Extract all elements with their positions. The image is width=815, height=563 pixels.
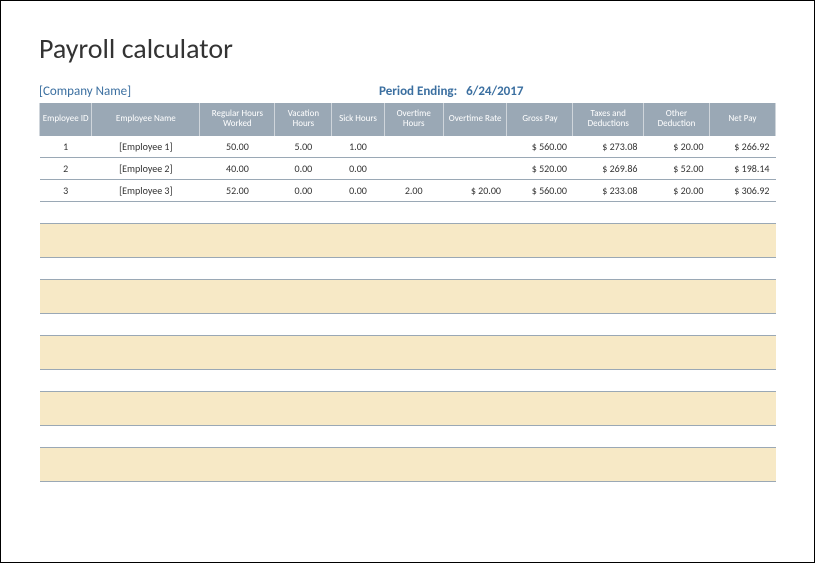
table-row-empty bbox=[40, 370, 776, 392]
cell-oth bbox=[384, 158, 443, 180]
col-other-deduction: Other Deduction bbox=[643, 103, 709, 136]
cell-gross: $ 560.00 bbox=[507, 180, 573, 202]
table-row-empty bbox=[40, 258, 776, 280]
cell-otr: $ 20.00 bbox=[443, 180, 507, 202]
cell-tax: $ 273.08 bbox=[573, 136, 644, 158]
col-overtime-hours: Overtime Hours bbox=[384, 103, 443, 136]
period-label: Period Ending: bbox=[379, 84, 457, 99]
cell-id: 1 bbox=[40, 136, 92, 158]
table-row-empty bbox=[40, 336, 776, 370]
table-row-empty bbox=[40, 280, 776, 314]
col-employee-id: Employee ID bbox=[40, 103, 92, 136]
cell-vac: 0.00 bbox=[275, 158, 332, 180]
cell-otr bbox=[443, 158, 507, 180]
table-header-row: Employee ID Employee Name Regular Hours … bbox=[40, 103, 776, 136]
cell-other: $ 20.00 bbox=[643, 180, 709, 202]
cell-reg: 52.00 bbox=[200, 180, 275, 202]
cell-net: $ 198.14 bbox=[709, 158, 775, 180]
cell-other: $ 20.00 bbox=[643, 136, 709, 158]
cell-id: 3 bbox=[40, 180, 92, 202]
cell-reg: 50.00 bbox=[200, 136, 275, 158]
table-row-empty bbox=[40, 202, 776, 224]
col-taxes-deductions: Taxes and Deductions bbox=[573, 103, 644, 136]
cell-reg: 40.00 bbox=[200, 158, 275, 180]
table-row: 1 [Employee 1] 50.00 5.00 1.00 $ 560.00 … bbox=[40, 136, 776, 158]
cell-name: [Employee 3] bbox=[92, 180, 200, 202]
col-regular-hours: Regular Hours Worked bbox=[200, 103, 275, 136]
cell-vac: 0.00 bbox=[275, 180, 332, 202]
period-ending: Period Ending: 6/24/2017 bbox=[379, 84, 523, 99]
col-sick-hours: Sick Hours bbox=[332, 103, 384, 136]
cell-net: $ 306.92 bbox=[709, 180, 775, 202]
table-row-empty bbox=[40, 426, 776, 448]
cell-other: $ 52.00 bbox=[643, 158, 709, 180]
page-title: Payroll calculator bbox=[39, 31, 776, 66]
col-net-pay: Net Pay bbox=[709, 103, 775, 136]
table-row: 2 [Employee 2] 40.00 0.00 0.00 $ 520.00 … bbox=[40, 158, 776, 180]
cell-sick: 0.00 bbox=[332, 158, 384, 180]
payroll-sheet: Payroll calculator [Company Name] Period… bbox=[0, 0, 815, 563]
cell-otr bbox=[443, 136, 507, 158]
cell-net: $ 266.92 bbox=[709, 136, 775, 158]
cell-oth: 2.00 bbox=[384, 180, 443, 202]
cell-gross: $ 560.00 bbox=[507, 136, 573, 158]
table-row-empty bbox=[40, 392, 776, 426]
table-row: 3 [Employee 3] 52.00 0.00 0.00 2.00 $ 20… bbox=[40, 180, 776, 202]
table-row-empty bbox=[40, 448, 776, 482]
cell-sick: 0.00 bbox=[332, 180, 384, 202]
cell-name: [Employee 2] bbox=[92, 158, 200, 180]
cell-id: 2 bbox=[40, 158, 92, 180]
col-employee-name: Employee Name bbox=[92, 103, 200, 136]
payroll-table: Employee ID Employee Name Regular Hours … bbox=[39, 103, 776, 482]
table-row-empty bbox=[40, 314, 776, 336]
cell-oth bbox=[384, 136, 443, 158]
period-date: 6/24/2017 bbox=[466, 84, 523, 99]
col-overtime-rate: Overtime Rate bbox=[443, 103, 507, 136]
company-name: [Company Name] bbox=[39, 84, 379, 99]
cell-tax: $ 269.86 bbox=[573, 158, 644, 180]
col-gross-pay: Gross Pay bbox=[507, 103, 573, 136]
cell-vac: 5.00 bbox=[275, 136, 332, 158]
cell-sick: 1.00 bbox=[332, 136, 384, 158]
cell-name: [Employee 1] bbox=[92, 136, 200, 158]
cell-tax: $ 233.08 bbox=[573, 180, 644, 202]
table-row-empty bbox=[40, 224, 776, 258]
subheader: [Company Name] Period Ending: 6/24/2017 bbox=[39, 84, 776, 99]
col-vacation-hours: Vacation Hours bbox=[275, 103, 332, 136]
cell-gross: $ 520.00 bbox=[507, 158, 573, 180]
